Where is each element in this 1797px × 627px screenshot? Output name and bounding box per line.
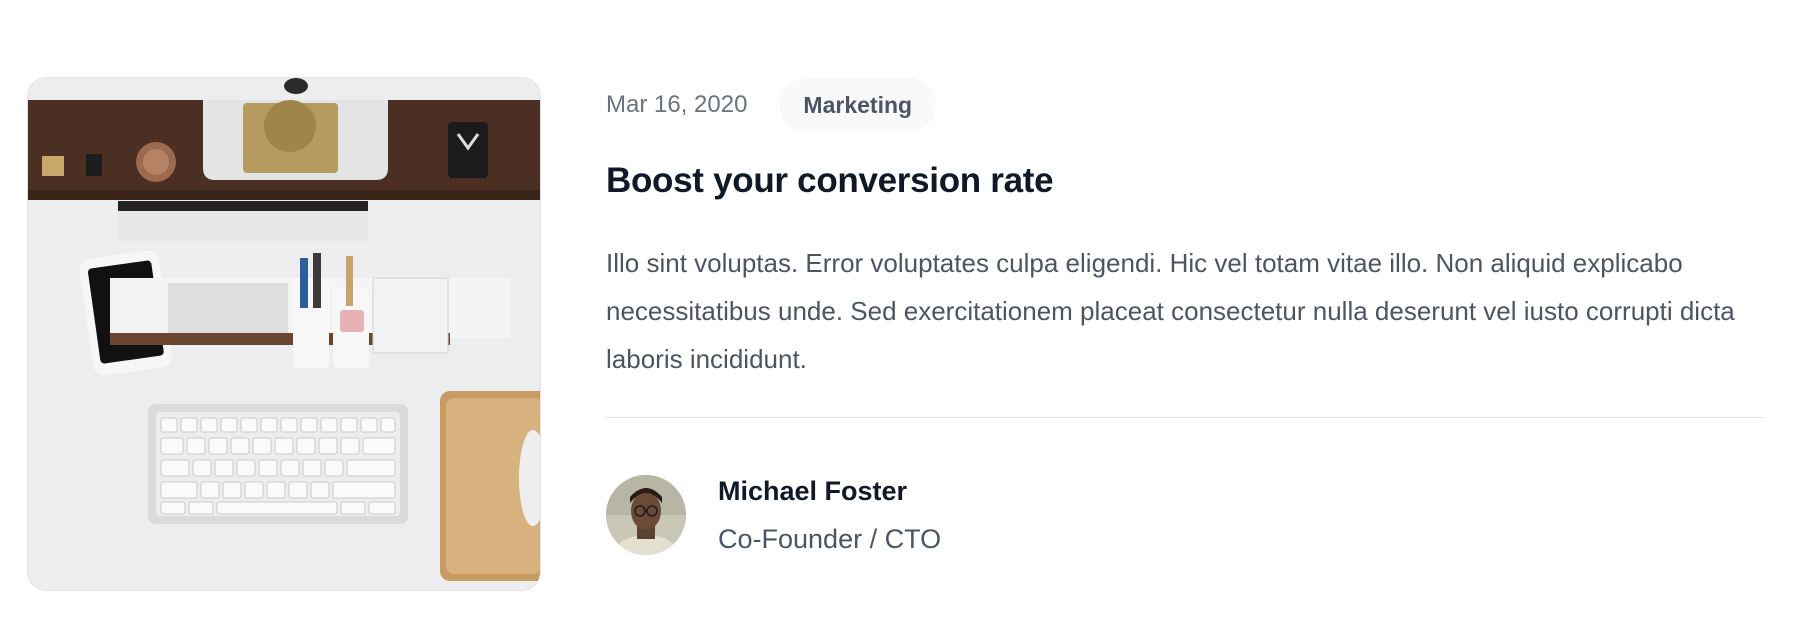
post-date: Mar 16, 2020 [606,91,748,118]
author-info: Michael Foster Co-Founder / CTO [718,473,941,557]
post-meta: Mar 16, 2020 Marketing [606,78,1764,132]
author-portrait [606,475,686,555]
post-content: Mar 16, 2020 Marketing Boost your conver… [606,78,1764,557]
author-role: Co-Founder / CTO [718,524,942,554]
divider [606,417,1764,418]
desk-photo [28,78,540,590]
author-name[interactable]: Michael Foster [718,473,941,509]
category-badge[interactable]: Marketing [779,78,937,132]
post-excerpt: Illo sint voluptas. Error voluptates cul… [606,248,1735,374]
post-image[interactable] [28,78,540,590]
post-title[interactable]: Boost your conversion rate [606,157,1764,205]
author: Michael Foster Co-Founder / CTO [606,473,1764,557]
blog-post-card: Mar 16, 2020 Marketing Boost your conver… [0,0,1797,627]
avatar[interactable] [606,475,686,555]
